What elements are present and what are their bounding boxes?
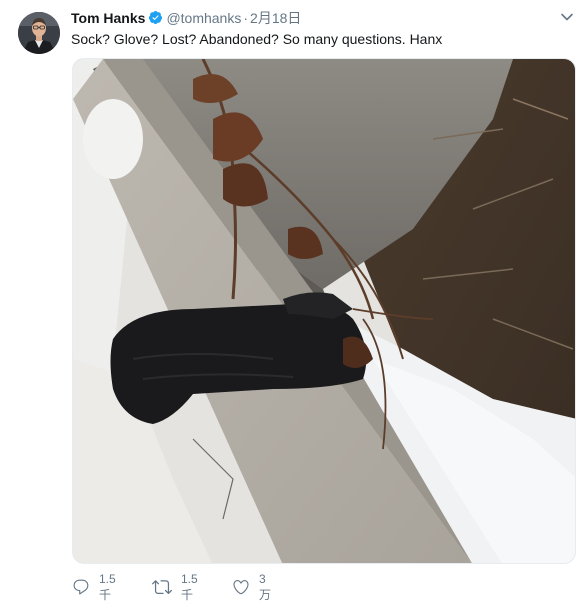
chevron-down-icon[interactable] [560, 10, 574, 29]
tweet-header: Tom Hanks @tomhanks · 2月18日 [71, 9, 301, 27]
avatar[interactable] [18, 12, 60, 54]
retweet-icon [152, 577, 172, 597]
retweet-button[interactable]: 1.5千 [152, 572, 198, 602]
reply-icon [72, 578, 90, 596]
like-button[interactable]: 3万 [232, 572, 271, 602]
header-separator: · [243, 10, 249, 26]
tweet-card[interactable]: Tom Hanks @tomhanks · 2月18日 Sock? Glove? Lo… [0, 0, 584, 603]
photo-image [73, 59, 575, 563]
author-handle[interactable]: @tomhanks [166, 10, 241, 26]
heart-icon [232, 578, 250, 596]
reply-count: 1.5千 [99, 571, 116, 602]
tweet-text: Sock? Glove? Lost? Abandoned? So many qu… [71, 31, 443, 47]
reply-button[interactable]: 1.5千 [72, 572, 116, 602]
avatar-image [18, 12, 60, 54]
like-count: 3万 [259, 571, 272, 602]
retweet-count: 1.5千 [181, 571, 198, 602]
author-name[interactable]: Tom Hanks [71, 10, 145, 26]
tweet-date[interactable]: 2月18日 [250, 10, 301, 26]
tweet-photo[interactable] [72, 58, 576, 564]
verified-badge-icon [148, 10, 163, 29]
